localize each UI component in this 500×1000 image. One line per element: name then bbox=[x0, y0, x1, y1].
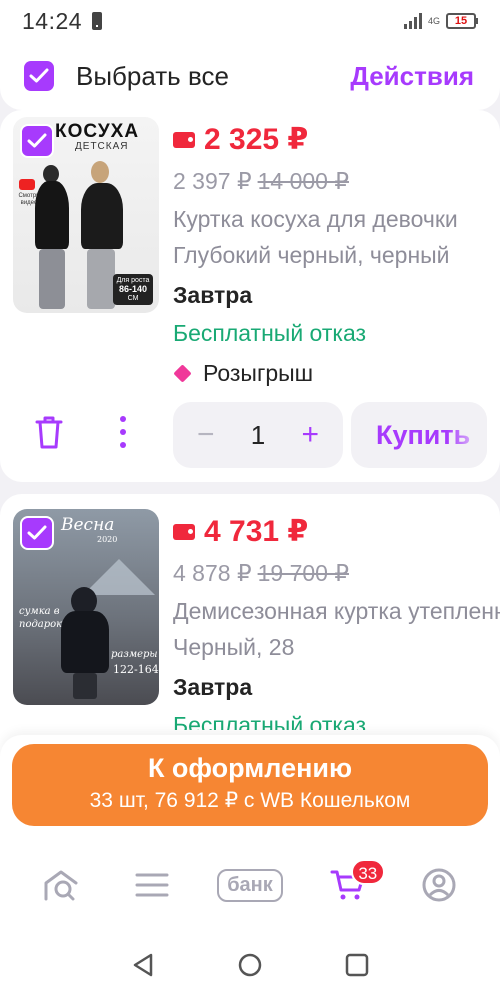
size-tag: Для роста 86-140 СМ bbox=[113, 274, 153, 305]
product-title[interactable]: Демисезонная куртка утепленная bbox=[173, 598, 500, 625]
price-without-wallet: 2 397 ₽ bbox=[173, 168, 252, 194]
quantity-stepper: − 1 + bbox=[173, 402, 343, 468]
recents-icon[interactable] bbox=[344, 952, 370, 978]
select-all-label[interactable]: Выбрать все bbox=[76, 61, 229, 92]
back-icon[interactable] bbox=[130, 952, 156, 978]
checkmark-icon bbox=[29, 68, 49, 83]
alert-icon bbox=[92, 12, 103, 30]
bottom-nav: банк 33 bbox=[0, 840, 500, 930]
nav-home[interactable] bbox=[26, 855, 96, 915]
checkout-summary: 33 шт, 76 912 ₽ с WB Кошельком bbox=[89, 789, 411, 812]
wallet-icon bbox=[173, 523, 195, 540]
product-title[interactable]: Куртка косуха для девочки bbox=[173, 206, 500, 233]
home-button-icon[interactable] bbox=[237, 952, 263, 978]
nav-catalog[interactable] bbox=[117, 855, 187, 915]
cart-count-badge: 33 bbox=[350, 859, 385, 885]
signal-icon bbox=[403, 13, 422, 29]
menu-icon bbox=[135, 873, 169, 897]
product-image[interactable]: Весна 2020 сумка в подарок размеры 122-1… bbox=[13, 509, 159, 705]
diamond-icon bbox=[173, 364, 192, 383]
bank-icon: банк bbox=[217, 868, 283, 902]
image-year: 2020 bbox=[97, 535, 118, 544]
youtube-icon bbox=[19, 179, 35, 190]
more-options-icon[interactable] bbox=[116, 416, 130, 448]
status-bar: 14:24 4G 15 bbox=[0, 0, 500, 42]
price-old-row: 2 397 ₽14 000 ₽ bbox=[173, 168, 349, 195]
price-crossed: 19 700 ₽ bbox=[257, 560, 349, 586]
battery-icon: 15 bbox=[446, 13, 478, 29]
item-checkbox[interactable] bbox=[20, 516, 54, 550]
checkmark-icon bbox=[27, 133, 47, 148]
select-all-checkbox[interactable] bbox=[24, 61, 54, 91]
trash-icon[interactable] bbox=[34, 414, 64, 450]
product-variant: Глубокий черный, черный bbox=[173, 242, 450, 268]
price-crossed: 14 000 ₽ bbox=[257, 168, 349, 194]
checkout-label: К оформлению bbox=[147, 753, 353, 783]
image-brand-text: КОСУХА bbox=[55, 121, 140, 142]
free-refund-label: Бесплатный отказ bbox=[173, 712, 367, 730]
delivery-date: Завтра bbox=[173, 674, 253, 700]
product-variant: Черный, 28 bbox=[173, 634, 295, 660]
nav-cart[interactable]: 33 bbox=[313, 855, 385, 915]
status-time: 14:24 bbox=[22, 7, 83, 34]
item-checkbox[interactable] bbox=[20, 124, 54, 158]
wallet-price: 2 325 ₽ bbox=[204, 123, 309, 156]
delivery-date: Завтра bbox=[173, 282, 253, 308]
image-script-top: Весна bbox=[61, 515, 115, 535]
promo-label: Розыгрыш bbox=[173, 360, 313, 387]
checkmark-icon bbox=[27, 525, 47, 540]
nav-bank[interactable]: банк bbox=[208, 855, 292, 915]
actions-button[interactable]: Действия bbox=[350, 61, 474, 92]
image-script-mid: сумка в подарок bbox=[19, 606, 63, 630]
price-row: 2 325 ₽ bbox=[173, 122, 308, 157]
image-size-label: размеры bbox=[111, 649, 158, 660]
increase-button[interactable]: + bbox=[301, 418, 319, 452]
nav-profile[interactable] bbox=[404, 855, 474, 915]
quantity-value: 1 bbox=[250, 419, 266, 450]
system-nav-bar bbox=[0, 930, 500, 1000]
checkout-button[interactable]: К оформлению 33 шт, 76 912 ₽ с WB Кошель… bbox=[12, 744, 488, 826]
cart-item: КОСУХА ДЕТСКАЯ Смотри видео Для роста 86… bbox=[0, 110, 500, 482]
wallet-icon bbox=[173, 131, 195, 148]
image-size: 122-164 bbox=[113, 663, 159, 676]
price-old-row: 4 878 ₽19 700 ₽ bbox=[173, 560, 349, 587]
home-search-icon bbox=[44, 870, 78, 901]
status-indicators: 4G 15 bbox=[403, 13, 478, 29]
profile-icon bbox=[422, 868, 456, 902]
buy-button[interactable]: Купить bbox=[351, 402, 487, 468]
free-refund-label: Бесплатный отказ bbox=[173, 320, 367, 346]
price-row: 4 731 ₽ bbox=[173, 514, 308, 549]
price-without-wallet: 4 878 ₽ bbox=[173, 560, 252, 586]
network-type: 4G bbox=[427, 15, 440, 26]
cart-header: Выбрать все Действия bbox=[0, 42, 500, 110]
decrease-button[interactable]: − bbox=[197, 418, 215, 452]
product-image[interactable]: КОСУХА ДЕТСКАЯ Смотри видео Для роста 86… bbox=[13, 117, 159, 313]
battery-level: 15 bbox=[446, 13, 476, 29]
wallet-price: 4 731 ₽ bbox=[204, 515, 309, 548]
image-sub-text: ДЕТСКАЯ bbox=[75, 141, 129, 152]
